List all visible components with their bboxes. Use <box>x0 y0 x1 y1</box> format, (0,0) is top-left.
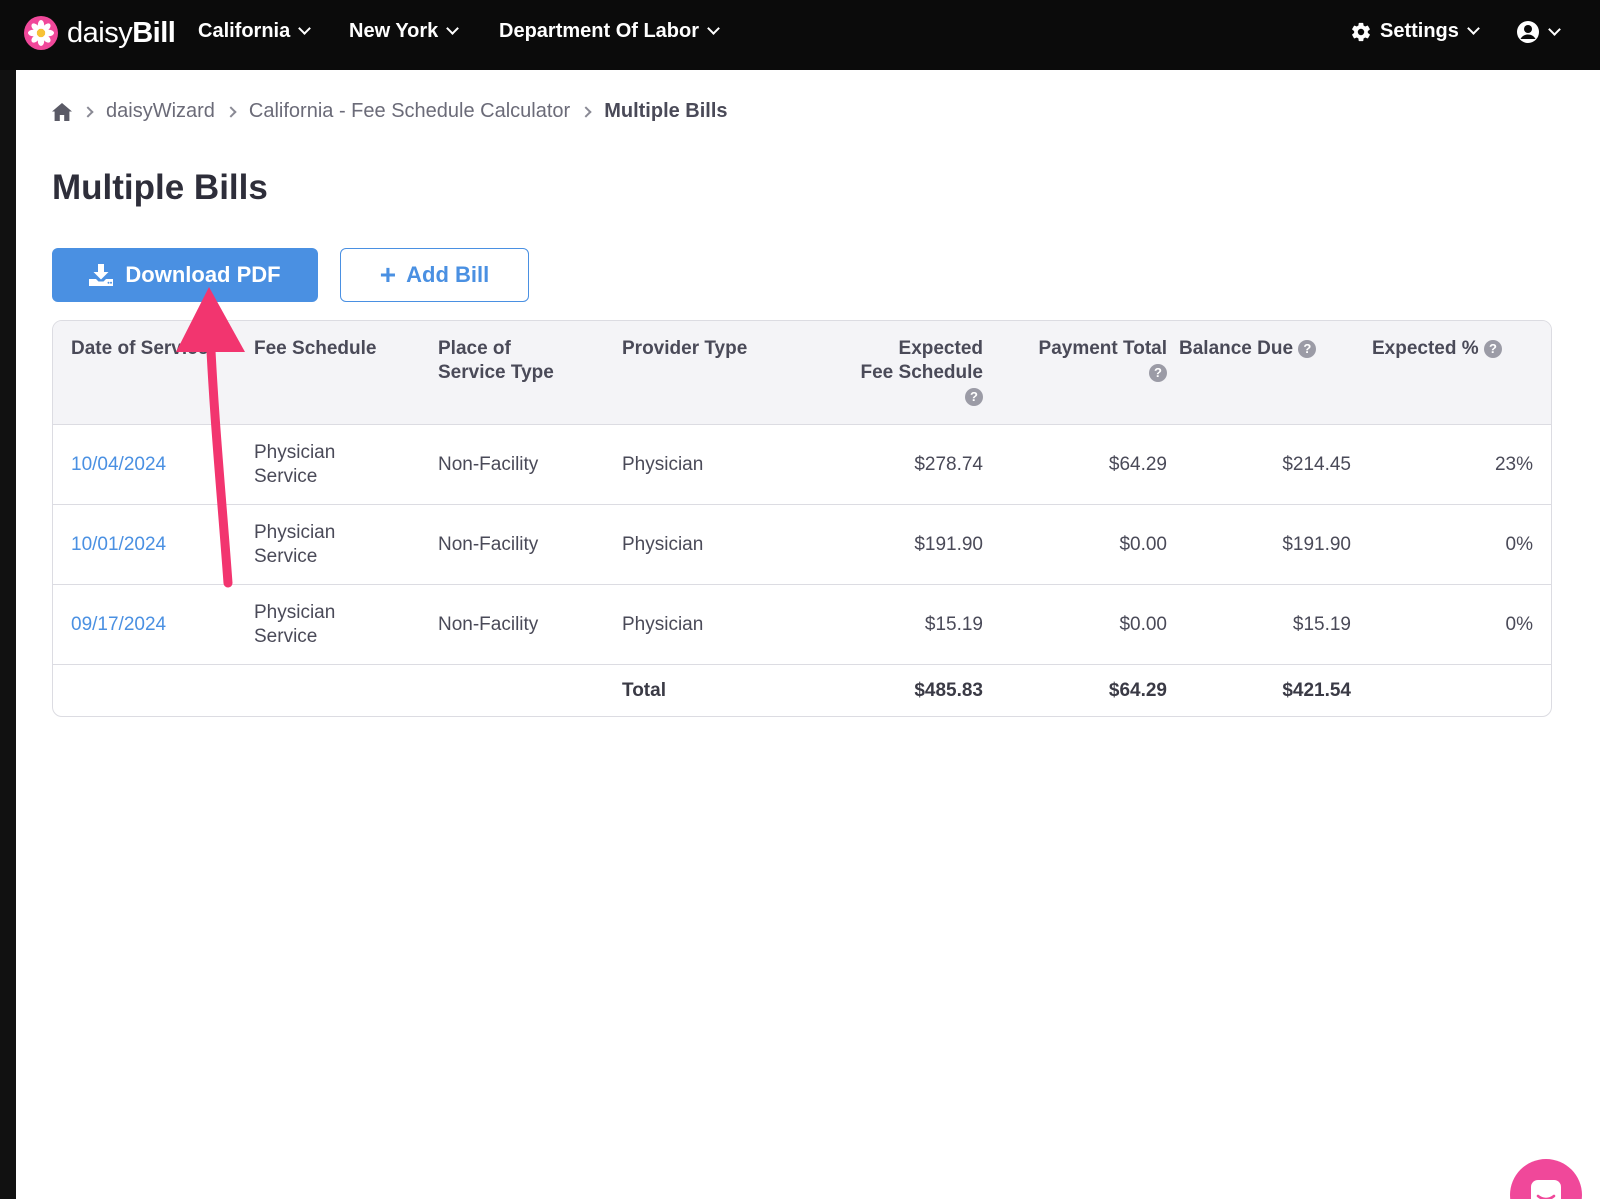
help-icon[interactable]: ? <box>1298 340 1317 358</box>
breadcrumb-separator <box>225 105 237 118</box>
header-text: Expected <box>898 338 983 359</box>
header-text: Balance Due <box>1179 338 1294 359</box>
chevron-down-icon <box>707 22 720 35</box>
nav-item-label: Department Of Labor <box>499 20 700 42</box>
breadcrumb-daisywizard[interactable]: daisyWizard <box>106 100 215 123</box>
payment-total-cell: $0.00 <box>1119 534 1167 555</box>
table-row: 10/04/2024 Physician Service Non-Facility… <box>53 425 1551 505</box>
user-account-menu[interactable] <box>1516 20 1561 44</box>
place-of-service-cell: Non-Facility <box>438 614 539 635</box>
column-header-balance-due[interactable]: Balance Due ? <box>1179 337 1317 361</box>
download-icon <box>89 264 114 286</box>
daisy-logo-icon <box>24 16 58 50</box>
breadcrumb-separator <box>82 105 94 118</box>
bills-table: Date of Service Fee Schedule Place of Se… <box>52 320 1552 717</box>
place-of-service-cell: Non-Facility <box>438 454 539 475</box>
download-pdf-label: Download PDF <box>125 262 281 287</box>
help-icon[interactable]: ? <box>965 388 983 406</box>
chevron-down-icon <box>446 22 460 35</box>
total-balance-due: $421.54 <box>1282 680 1351 701</box>
help-icon[interactable]: ? <box>1149 364 1167 382</box>
place-of-service-cell: Non-Facility <box>438 534 539 555</box>
settings-label: Settings <box>1380 20 1459 42</box>
column-header-place-of-service[interactable]: Place of Service Type <box>438 337 554 385</box>
help-icon[interactable]: ? <box>1483 340 1502 358</box>
balance-due-cell: $191.90 <box>1282 534 1351 555</box>
fee-schedule-cell: Physician Service <box>254 521 335 569</box>
total-payment: $64.29 <box>1108 680 1167 701</box>
page-title: Multiple Bills <box>52 168 268 207</box>
header-text: Fee Schedule <box>860 362 984 383</box>
balance-due-cell: $214.45 <box>1282 454 1351 475</box>
column-header-provider-type[interactable]: Provider Type <box>622 337 747 361</box>
nav-item-label: California <box>198 20 291 42</box>
payment-total-cell: $0.00 <box>1119 614 1167 635</box>
brand-logo[interactable]: daisyBill <box>24 16 176 50</box>
cell-text: Service <box>254 626 318 647</box>
total-label: Total <box>622 680 666 701</box>
expected-percent-cell: 23% <box>1494 454 1533 475</box>
cell-text: Physician <box>254 602 336 623</box>
column-header-date[interactable]: Date of Service <box>71 337 208 361</box>
chevron-down-icon <box>298 22 312 35</box>
fee-schedule-cell: Physician Service <box>254 441 335 489</box>
table-row: 09/17/2024 Physician Service Non-Facility… <box>53 585 1551 665</box>
chat-icon <box>1531 1180 1561 1199</box>
column-header-expected-percent[interactable]: Expected % ? <box>1372 337 1502 361</box>
settings-menu[interactable]: Settings <box>1350 20 1480 43</box>
chevron-down-icon <box>1467 22 1480 35</box>
breadcrumb-current: Multiple Bills <box>604 100 728 122</box>
top-navigation-bar: daisyBill California New York Department… <box>0 0 1600 70</box>
column-header-fee-schedule[interactable]: Fee Schedule <box>254 337 377 361</box>
expected-fee-cell: $15.19 <box>924 614 983 635</box>
fee-schedule-cell: Physician Service <box>254 601 335 649</box>
main-content: daisyWizard California - Fee Schedule Ca… <box>16 70 1600 1199</box>
cell-text: Service <box>254 546 318 567</box>
header-text: Place of <box>438 338 511 359</box>
table-total-row: Total $485.83 $64.29 $421.54 <box>53 665 1551 716</box>
nav-item-label: New York <box>349 20 439 42</box>
plus-icon: + <box>379 259 397 290</box>
table-row: 10/01/2024 Physician Service Non-Facility… <box>53 505 1551 585</box>
cell-text: Service <box>254 466 318 487</box>
user-circle-icon <box>1517 21 1539 43</box>
expected-percent-cell: 0% <box>1505 534 1533 555</box>
payment-total-cell: $64.29 <box>1108 454 1167 475</box>
chat-launcher-button[interactable] <box>1510 1159 1582 1199</box>
breadcrumb-separator <box>580 105 592 118</box>
header-text: Expected % <box>1372 338 1479 359</box>
add-bill-button[interactable]: + Add Bill <box>340 248 529 302</box>
column-header-payment-total[interactable]: Payment Total ? <box>1039 337 1167 385</box>
download-pdf-button[interactable]: Download PDF <box>52 248 318 302</box>
add-bill-label: Add Bill <box>406 262 490 287</box>
date-of-service-link[interactable]: 10/01/2024 <box>71 533 166 557</box>
expected-fee-cell: $278.74 <box>914 454 983 475</box>
nav-california-menu[interactable]: California <box>198 20 312 43</box>
provider-type-cell: Physician <box>622 614 704 635</box>
breadcrumb: daisyWizard California - Fee Schedule Ca… <box>52 100 728 123</box>
chevron-down-icon <box>1548 22 1561 36</box>
provider-type-cell: Physician <box>622 534 704 555</box>
table-header: Date of Service Fee Schedule Place of Se… <box>53 321 1551 425</box>
expected-fee-cell: $191.90 <box>914 534 983 555</box>
cell-text: Physician <box>254 442 336 463</box>
column-header-expected-fee-schedule[interactable]: Expected Fee Schedule ? <box>860 337 984 409</box>
breadcrumb-fee-schedule-calculator[interactable]: California - Fee Schedule Calculator <box>249 100 570 123</box>
brand-name: daisyBill <box>67 16 176 49</box>
header-text: Payment Total <box>1038 338 1167 359</box>
expected-percent-cell: 0% <box>1505 614 1533 635</box>
provider-type-cell: Physician <box>622 454 704 475</box>
balance-due-cell: $15.19 <box>1292 614 1351 635</box>
date-of-service-link[interactable]: 10/04/2024 <box>71 453 166 477</box>
gear-icon <box>1352 22 1370 41</box>
cell-text: Physician <box>254 522 336 543</box>
home-icon[interactable] <box>52 102 72 121</box>
total-expected-fee: $485.83 <box>914 680 983 701</box>
date-of-service-link[interactable]: 09/17/2024 <box>71 613 166 637</box>
nav-department-of-labor-menu[interactable]: Department Of Labor <box>499 20 720 43</box>
header-text: Service Type <box>438 362 554 383</box>
nav-new-york-menu[interactable]: New York <box>349 20 460 43</box>
